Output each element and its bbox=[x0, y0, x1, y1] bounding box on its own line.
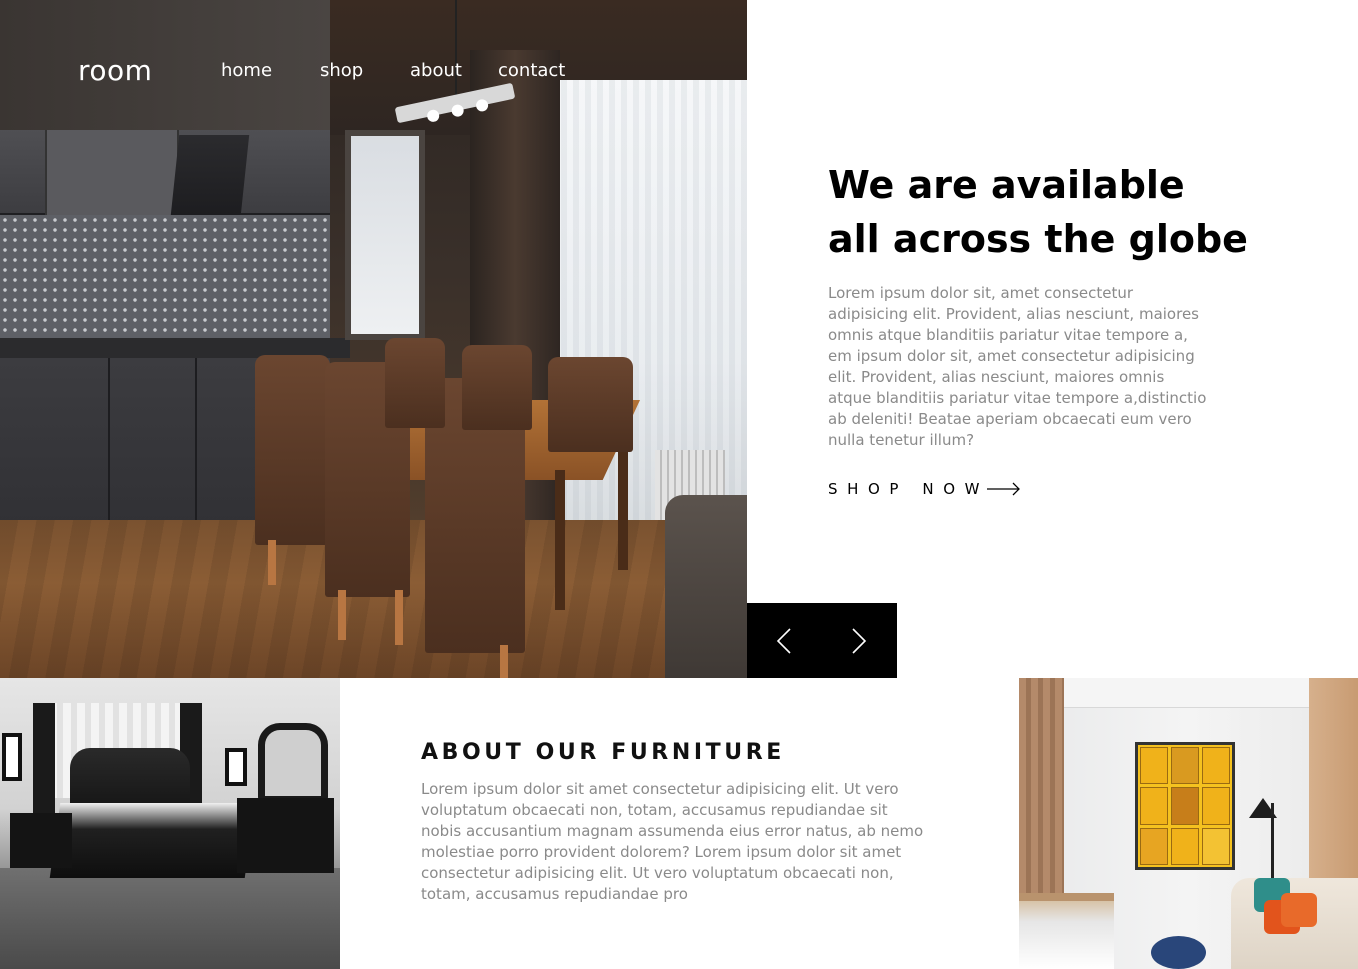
range-hood bbox=[170, 135, 250, 215]
backsplash bbox=[0, 215, 330, 345]
drape bbox=[33, 703, 55, 813]
picture-frame bbox=[225, 748, 247, 786]
picture-frame bbox=[2, 733, 22, 781]
arrow-right-icon bbox=[987, 482, 1021, 496]
slider-controls bbox=[747, 603, 897, 678]
chair bbox=[255, 355, 330, 545]
bedroom-image bbox=[0, 678, 340, 969]
chevron-left-icon[interactable] bbox=[772, 627, 796, 655]
shop-now-label: SHOP NOW bbox=[828, 480, 990, 498]
chair-leg bbox=[338, 590, 346, 640]
table-leg bbox=[618, 450, 628, 570]
dresser bbox=[237, 798, 334, 873]
hero-title: We are available all across the globe bbox=[828, 163, 1248, 261]
shelf bbox=[1019, 893, 1114, 969]
table-leg bbox=[555, 470, 565, 610]
logo[interactable]: room bbox=[78, 54, 152, 87]
chair bbox=[385, 338, 445, 428]
chair bbox=[462, 345, 532, 430]
chair-leg bbox=[500, 645, 508, 678]
about-description: Lorem ipsum dolor sit amet consectetur a… bbox=[421, 780, 924, 903]
hero-description: Lorem ipsum dolor sit, amet consectetur … bbox=[828, 284, 1207, 449]
nightstand bbox=[10, 813, 72, 868]
top-nav: room home shop about contact bbox=[0, 0, 747, 140]
nav-link-home[interactable]: home bbox=[221, 60, 272, 81]
ceiling bbox=[1019, 678, 1358, 708]
chair bbox=[548, 357, 633, 452]
wall-art bbox=[1135, 742, 1235, 870]
window bbox=[345, 130, 425, 340]
about-title: ABOUT OUR FURNITURE bbox=[421, 740, 785, 765]
nav-link-contact[interactable]: contact bbox=[498, 60, 565, 81]
pillow bbox=[1281, 893, 1317, 927]
chevron-right-icon[interactable] bbox=[847, 627, 871, 655]
bed bbox=[49, 803, 256, 878]
shop-now-button[interactable]: SHOP NOW bbox=[828, 480, 1021, 498]
sofa bbox=[665, 495, 747, 678]
nav-link-shop[interactable]: shop bbox=[320, 60, 363, 81]
chair-leg bbox=[395, 590, 403, 645]
mirror bbox=[258, 723, 328, 803]
nav-link-about[interactable]: about bbox=[410, 60, 462, 81]
chair-leg bbox=[268, 540, 276, 585]
upper-cabinets bbox=[0, 130, 330, 215]
living-room-image bbox=[1019, 678, 1358, 969]
coffee-table bbox=[1151, 936, 1206, 969]
floor bbox=[0, 868, 340, 969]
